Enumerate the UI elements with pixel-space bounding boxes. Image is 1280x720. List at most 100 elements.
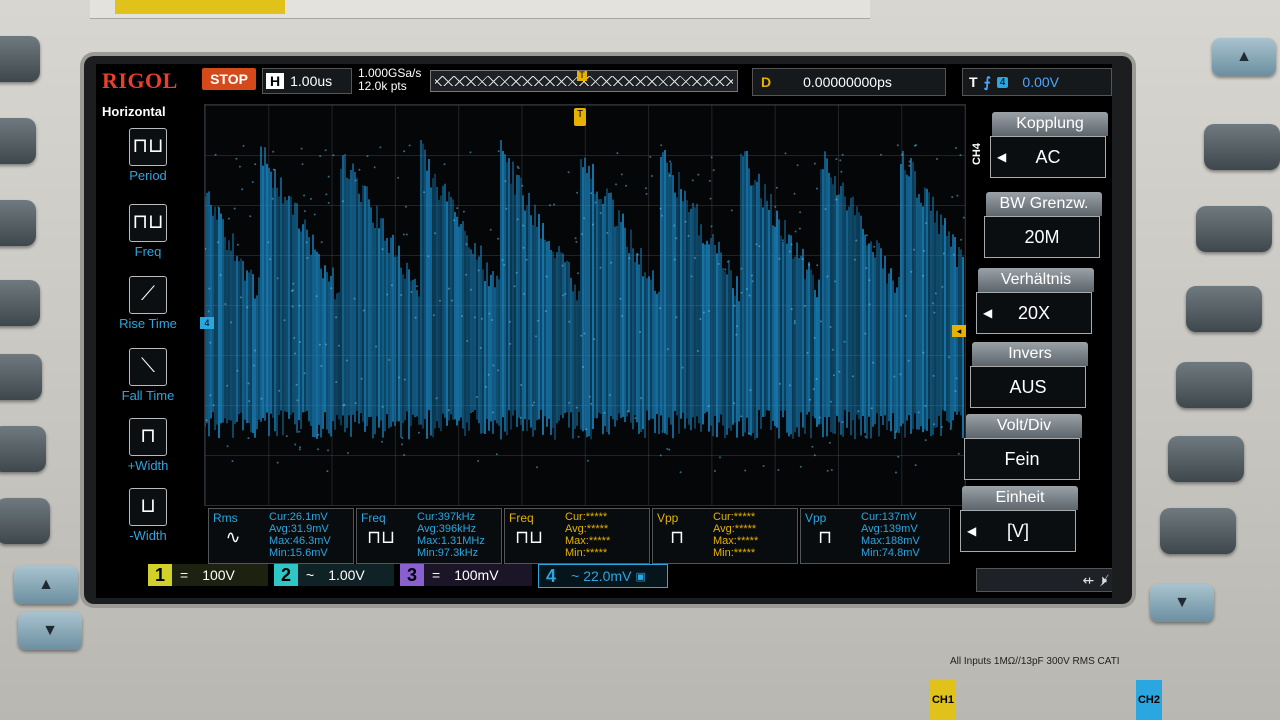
trace-noise-dot bbox=[864, 332, 867, 335]
brand-logo: RIGOL bbox=[102, 68, 178, 93]
delay-value: 0.00000000ps bbox=[803, 74, 892, 90]
trace-noise-dot bbox=[948, 356, 951, 359]
freq-meas-icon: ⊓⊔ bbox=[514, 527, 544, 547]
trace-noise-dot bbox=[599, 212, 602, 215]
ch2-connector-label: CH2 bbox=[1136, 680, 1162, 720]
selector-arrow-icon: ◀ bbox=[983, 306, 993, 320]
trace-noise-dot bbox=[673, 258, 676, 261]
probe-ratio-softkey[interactable]: ◀ 20X bbox=[976, 292, 1092, 334]
ch4-offset-marker[interactable]: 4 bbox=[200, 317, 214, 329]
softkey-1-button[interactable] bbox=[1204, 124, 1280, 170]
channel-menu-label: CH4 bbox=[971, 142, 984, 166]
menu-up-button-right[interactable]: ▲ bbox=[1212, 38, 1276, 76]
coupling-value: AC bbox=[1035, 147, 1061, 167]
trace-noise-dot bbox=[516, 165, 519, 168]
trace-noise-dot bbox=[470, 288, 473, 291]
trace-noise-dot bbox=[403, 454, 406, 456]
trace-noise-dot bbox=[910, 270, 913, 273]
trace-noise-dot bbox=[660, 144, 663, 147]
left-panel-button[interactable] bbox=[0, 280, 40, 326]
trace-noise-dot bbox=[562, 294, 565, 297]
trace-noise-dot bbox=[774, 205, 777, 208]
trace-noise-dot bbox=[835, 198, 838, 201]
measure-item-pos-width[interactable]: ⊓ +Width bbox=[96, 418, 200, 473]
trace-noise-dot bbox=[568, 320, 571, 323]
trace-noise-dot bbox=[907, 359, 910, 362]
measure-item-label: Fall Time bbox=[121, 388, 175, 403]
softkey-6-button[interactable] bbox=[1160, 508, 1236, 554]
channel-2-status[interactable]: 2 ~ 1.00V bbox=[274, 564, 394, 586]
menu-down-button-right[interactable]: ▼ bbox=[1150, 584, 1214, 622]
left-panel-button[interactable] bbox=[0, 498, 50, 544]
measurement-min: Min:97.3kHz bbox=[417, 547, 479, 559]
trace-noise-dot bbox=[505, 207, 508, 210]
trace-noise-dot bbox=[796, 164, 799, 167]
coupling-softkey[interactable]: ◀ AC bbox=[990, 136, 1106, 178]
trace-noise-dot bbox=[317, 433, 320, 436]
softkey-2-button[interactable] bbox=[1196, 206, 1272, 252]
trace-noise-dot bbox=[577, 435, 580, 438]
trace-noise-dot bbox=[362, 309, 365, 312]
left-panel-button[interactable] bbox=[0, 200, 36, 246]
trace-noise-dot bbox=[826, 275, 829, 278]
channel-3-status[interactable]: 3 = 100mV bbox=[400, 564, 532, 586]
timebase-readout: H 1.00us bbox=[262, 68, 352, 94]
measurement-max: Max:46.3mV bbox=[269, 535, 331, 547]
left-panel-button[interactable] bbox=[0, 36, 40, 82]
trace-noise-dot bbox=[585, 428, 588, 431]
left-panel-button[interactable] bbox=[0, 354, 42, 400]
trace-noise-dot bbox=[217, 241, 219, 244]
unit-softkey[interactable]: ◀ [V] bbox=[960, 510, 1076, 552]
volt-div-softkey[interactable]: Fein bbox=[964, 438, 1080, 480]
measure-item-rise-time[interactable]: ⟋ Rise Time bbox=[96, 276, 200, 331]
bw-limit-softkey[interactable]: 20M bbox=[984, 216, 1100, 258]
measure-item-freq[interactable]: ⊓⊔ Freq bbox=[96, 204, 200, 259]
rms-icon: ∿ bbox=[225, 527, 241, 547]
trace-noise-dot bbox=[799, 465, 802, 468]
trigger-time-marker[interactable]: T bbox=[574, 108, 586, 126]
trace-noise-dot bbox=[299, 446, 301, 449]
measure-item-neg-width[interactable]: ⊔ -Width bbox=[96, 488, 200, 543]
trace-noise-dot bbox=[591, 223, 594, 226]
trace-noise-dot bbox=[673, 224, 676, 227]
trace-noise-dot bbox=[296, 399, 299, 402]
menu-up-button[interactable]: ▲ bbox=[14, 566, 78, 604]
trace-noise-dot bbox=[640, 397, 642, 400]
channel-4-status[interactable]: 4 ~ 22.0mV ▣ bbox=[538, 564, 668, 588]
channel-1-status[interactable]: 1 = 100V bbox=[148, 564, 268, 586]
trace-noise-dot bbox=[908, 160, 911, 163]
trace-noise-dot bbox=[267, 241, 270, 244]
trace-noise-dot bbox=[531, 404, 534, 407]
input-spec-label: All Inputs 1MΩ//13pF 300V RMS CATI bbox=[950, 656, 1120, 667]
softkey-5-button[interactable] bbox=[1168, 436, 1244, 482]
trace-noise-dot bbox=[217, 206, 220, 209]
vpp-icon: ⊓ bbox=[669, 527, 685, 547]
trace-noise-dot bbox=[327, 449, 329, 452]
trace-noise-dot bbox=[241, 188, 244, 191]
trace-noise-dot bbox=[806, 351, 809, 354]
invert-softkey[interactable]: AUS bbox=[970, 366, 1086, 408]
trace-noise-dot bbox=[957, 452, 960, 455]
trace-noise-dot bbox=[414, 316, 417, 319]
trace-noise-dot bbox=[740, 291, 743, 294]
measurement-max: Max:188mV bbox=[861, 535, 920, 547]
trace-noise-dot bbox=[291, 305, 294, 308]
trace-noise-dot bbox=[581, 233, 583, 235]
softkey-4-button[interactable] bbox=[1176, 362, 1252, 408]
trace-noise-dot bbox=[306, 257, 309, 259]
measure-item-fall-time[interactable]: ⟍ Fall Time bbox=[96, 348, 200, 403]
trace-noise-dot bbox=[644, 187, 647, 190]
measurement-values: Cur:397kHz Avg:396kHz Max:1.31MHz Min:97… bbox=[417, 511, 485, 559]
trace-noise-dot bbox=[535, 335, 537, 338]
trace-noise-dot bbox=[405, 233, 408, 236]
softkey-3-button[interactable] bbox=[1186, 286, 1262, 332]
menu-down-button[interactable]: ▼ bbox=[18, 612, 82, 650]
trace-noise-dot bbox=[248, 400, 251, 403]
measure-item-period[interactable]: ⊓⊔ Period bbox=[96, 128, 200, 183]
measurement-cur: Cur:***** bbox=[565, 511, 608, 523]
trace-noise-dot bbox=[690, 275, 693, 278]
left-panel-button[interactable] bbox=[0, 118, 36, 164]
trace-noise-dot bbox=[447, 409, 450, 412]
trace-noise-dot bbox=[941, 285, 944, 288]
left-panel-button[interactable] bbox=[0, 426, 46, 472]
